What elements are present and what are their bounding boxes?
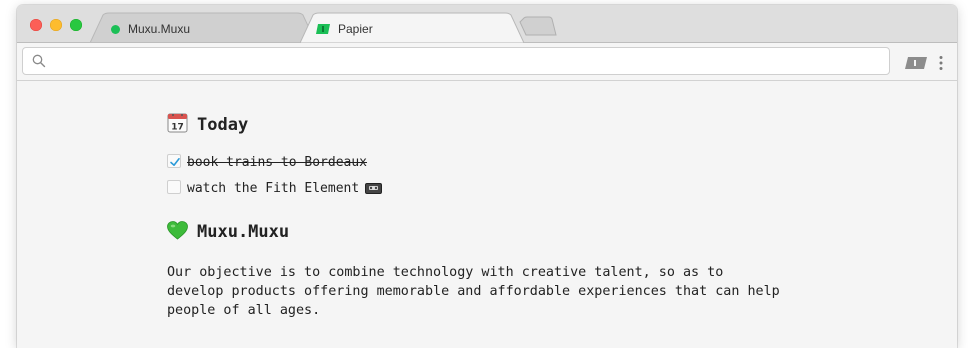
green-dot-icon [111,25,120,34]
todo-item: book trains to Bordeaux [167,154,367,172]
todo-checkbox[interactable] [167,180,181,194]
tab-muxu[interactable] [89,12,317,43]
tab-papier[interactable] [299,12,525,43]
toolbar [17,43,957,81]
section-paragraph: Our objective is to combine technology w… [167,265,780,318]
address-bar[interactable] [22,47,890,75]
document-content: 17 Today book trains to Bordeaux watch t… [17,82,957,348]
menu-dots-icon[interactable] [938,55,944,71]
title-bar: Muxu.Muxu Papier [17,5,957,43]
todo-label[interactable]: book trains to Bordeaux [187,155,367,170]
todo-item: watch the Fith Element [167,180,383,198]
browser-window: Muxu.Muxu Papier 17 Today book trains to… [17,5,957,348]
svg-text:17: 17 [171,123,184,133]
today-heading: 17 Today [167,112,248,136]
new-tab-button[interactable] [519,16,557,36]
papier-extension-icon[interactable] [905,57,927,69]
search-icon [32,54,46,68]
tab-papier-label: Papier [338,22,373,36]
green-heart-icon [167,221,188,240]
checkmark-icon [170,158,180,166]
address-input[interactable] [51,51,881,71]
calendar-icon: 17 [167,113,188,133]
today-title: Today [197,115,249,135]
todo-checkbox[interactable] [167,154,181,168]
section-heading: Muxu.Muxu [167,221,289,243]
todo-label[interactable]: watch the Fith Element [187,181,359,196]
videocassette-icon [365,183,383,194]
section-title: Muxu.Muxu [197,222,290,242]
papier-icon [316,24,330,34]
tab-muxu-label: Muxu.Muxu [128,22,191,36]
